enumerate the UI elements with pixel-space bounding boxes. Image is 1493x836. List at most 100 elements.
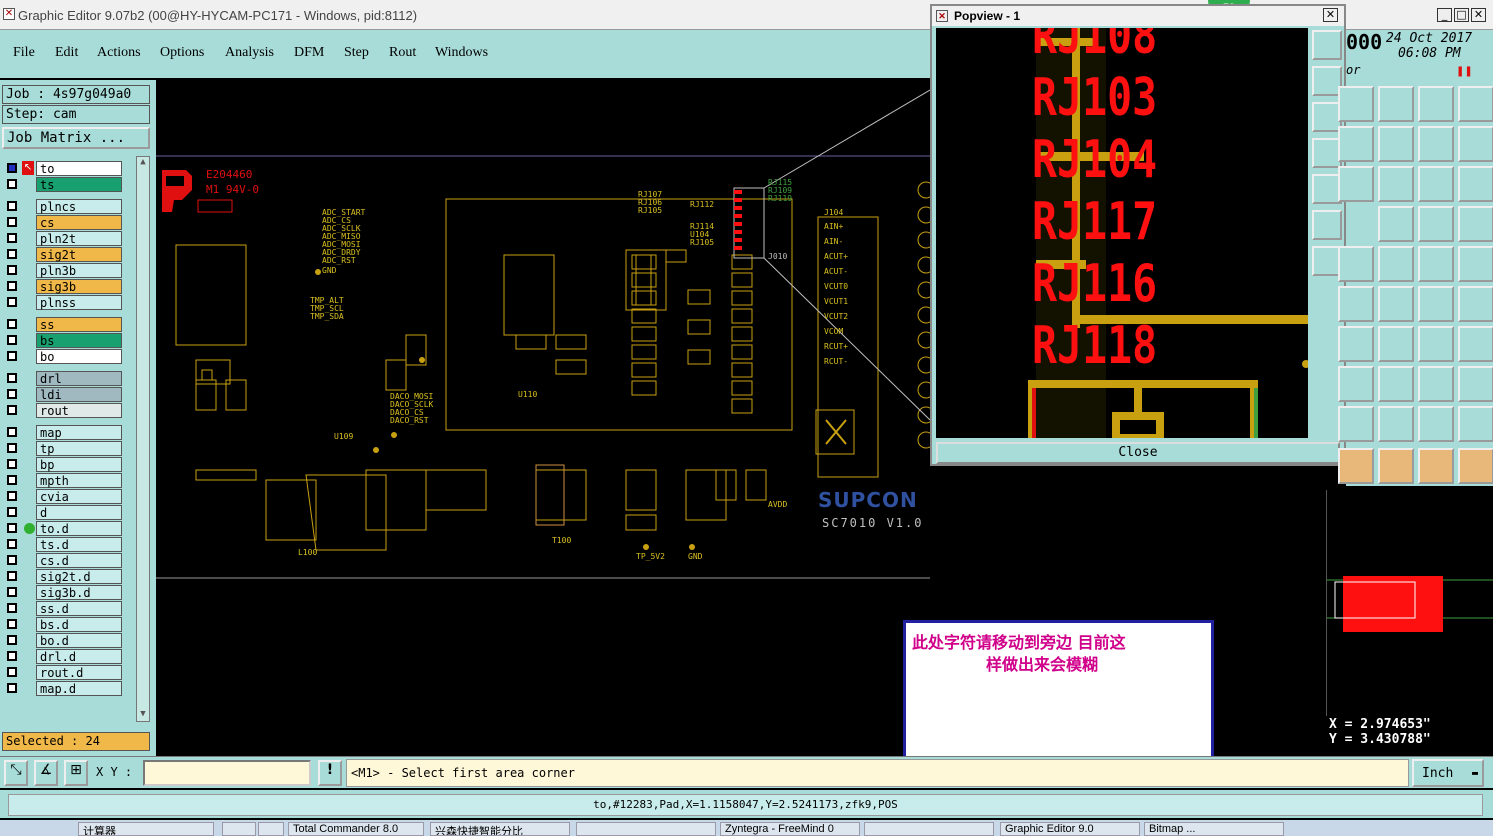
layer-checkbox[interactable]	[7, 555, 17, 565]
tool-layers2-icon[interactable]	[1458, 206, 1493, 242]
layer-checkbox[interactable]	[7, 667, 17, 677]
tool-zoom-out-icon[interactable]	[1378, 86, 1414, 122]
layer-checkbox[interactable]	[7, 179, 17, 189]
layer-checkbox[interactable]	[7, 635, 17, 645]
tool-triangle-icon[interactable]	[1338, 406, 1374, 442]
layer-checkbox[interactable]	[7, 233, 17, 243]
taskbar-item[interactable]: 兴森快捷智能分比	[430, 822, 570, 836]
layer-checkbox[interactable]	[7, 217, 17, 227]
layer-row-drl[interactable]: drl	[4, 371, 122, 386]
tool-scale-icon[interactable]	[1418, 166, 1454, 202]
tool-connect-icon[interactable]	[1458, 448, 1493, 484]
layer-row-to[interactable]: ↖ to	[4, 161, 122, 176]
taskbar-item[interactable]	[258, 822, 284, 836]
taskbar-item[interactable]: Zyntegra - FreeMind 0	[720, 822, 860, 836]
menu-options[interactable]: Options	[160, 45, 204, 61]
layer-checkbox[interactable]	[7, 281, 17, 291]
layer-row-bo.d[interactable]: bo.d	[4, 633, 122, 648]
layer-checkbox[interactable]	[7, 249, 17, 259]
layer-row-plncs[interactable]: plncs	[4, 199, 122, 214]
tool-hline-icon[interactable]	[1378, 366, 1414, 402]
layer-checkbox[interactable]	[7, 351, 17, 361]
layer-row-ts[interactable]: ts	[4, 177, 122, 192]
layer-checkbox[interactable]	[7, 389, 17, 399]
tool-ruler-icon[interactable]	[1418, 246, 1454, 282]
layer-scrollbar[interactable]: ▲ ▼	[136, 156, 150, 722]
layer-row-bp[interactable]: bp	[4, 457, 122, 472]
tool-zoom-in-icon[interactable]	[1338, 86, 1374, 122]
layer-row-mpth[interactable]: mpth	[4, 473, 122, 488]
popview-close-button[interactable]: Close	[936, 442, 1340, 464]
tool-point-icon[interactable]	[1338, 286, 1374, 322]
graphic-canvas[interactable]: E204460 M1 94V-0 SUPCON SC7010 V1.0 ADC_…	[156, 80, 930, 756]
taskbar-item[interactable]	[864, 822, 994, 836]
menu-windows[interactable]: Windows	[435, 45, 488, 61]
tool-snap-icon[interactable]	[1458, 126, 1493, 162]
tool-pad-round-icon[interactable]	[1458, 246, 1493, 282]
layer-row-rout.d[interactable]: rout.d	[4, 665, 122, 680]
tool-screen-icon[interactable]	[1418, 126, 1454, 162]
angle-mode-icon[interactable]: ∡	[34, 760, 58, 786]
layer-checkbox[interactable]	[7, 475, 17, 485]
tool-home-icon[interactable]	[1418, 86, 1454, 122]
menu-edit[interactable]: Edit	[55, 45, 78, 61]
layer-checkbox[interactable]	[7, 443, 17, 453]
tool-select-icon[interactable]	[1338, 246, 1374, 282]
layer-row-sig2t.d[interactable]: sig2t.d	[4, 569, 122, 584]
layer-row-plnss[interactable]: plnss	[4, 295, 122, 310]
layer-checkbox[interactable]	[7, 405, 17, 415]
menu-file[interactable]: File	[13, 45, 35, 61]
close-button[interactable]: ✕	[1471, 8, 1486, 22]
taskbar-item[interactable]: Total Commander 8.0	[288, 822, 424, 836]
tool-diagonal-icon[interactable]	[1378, 326, 1414, 362]
layer-checkbox[interactable]	[7, 459, 17, 469]
tool-triangle3-icon[interactable]	[1418, 406, 1454, 442]
layer-row-pln2t[interactable]: pln2t	[4, 231, 122, 246]
grid-mode-icon[interactable]: ⊞	[64, 760, 88, 786]
layer-row-map.d[interactable]: map.d	[4, 681, 122, 696]
tool-angle-icon[interactable]	[1338, 326, 1374, 362]
tool-arc2-icon[interactable]	[1458, 286, 1493, 322]
tool-help-icon[interactable]	[1458, 166, 1493, 202]
layer-checkbox[interactable]	[7, 201, 17, 211]
scroll-up-icon[interactable]: ▲	[137, 157, 149, 169]
units-dropdown[interactable]: Inch ▬	[1412, 759, 1484, 787]
tool-dot-icon[interactable]	[1338, 366, 1374, 402]
tool-measure-icon[interactable]	[1418, 366, 1454, 402]
tool-line-icon[interactable]	[1378, 246, 1414, 282]
layer-row-pln3b[interactable]: pln3b	[4, 263, 122, 278]
layer-row-ldi[interactable]: ldi	[4, 387, 122, 402]
layer-row-sig2t[interactable]: sig2t	[4, 247, 122, 262]
popview-pan-icon[interactable]	[1312, 210, 1342, 240]
layer-checkbox[interactable]	[7, 319, 17, 329]
menu-analysis[interactable]: Analysis	[225, 45, 274, 61]
snap-mode-icon[interactable]: ⤡	[4, 760, 28, 786]
layer-checkbox[interactable]	[7, 603, 17, 613]
tool-cross-icon[interactable]	[1378, 286, 1414, 322]
tool-move-icon[interactable]	[1338, 166, 1374, 202]
minimize-button[interactable]: _	[1437, 8, 1452, 22]
layer-checkbox[interactable]	[7, 491, 17, 501]
layer-row-bs.d[interactable]: bs.d	[4, 617, 122, 632]
layer-checkbox[interactable]	[7, 683, 17, 693]
layer-checkbox[interactable]	[7, 297, 17, 307]
tool-group-icon[interactable]	[1458, 366, 1493, 402]
layer-checkbox[interactable]	[7, 651, 17, 661]
layer-checkbox[interactable]	[7, 507, 17, 517]
layer-row-cs.d[interactable]: cs.d	[4, 553, 122, 568]
taskbar-item[interactable]	[576, 822, 716, 836]
layer-row-to.d[interactable]: to.d	[4, 521, 122, 536]
layer-checkbox[interactable]	[7, 373, 17, 383]
layer-checkbox[interactable]	[7, 163, 17, 173]
popview-close-icon[interactable]: ✕	[1323, 8, 1338, 22]
layer-row-cvia[interactable]: cvia	[4, 489, 122, 504]
layer-row-tp[interactable]: tp	[4, 441, 122, 456]
layer-checkbox[interactable]	[7, 427, 17, 437]
tool-arc-icon[interactable]	[1418, 286, 1454, 322]
layer-checkbox[interactable]	[7, 587, 17, 597]
layer-checkbox[interactable]	[7, 523, 17, 533]
layer-checkbox[interactable]	[7, 335, 17, 345]
popview-canvas[interactable]: RJ108 RJ103 RJ104 RJ117 RJ116 RJ118	[936, 28, 1308, 438]
layer-row-sig3b[interactable]: sig3b	[4, 279, 122, 294]
menu-actions[interactable]: Actions	[97, 45, 141, 61]
